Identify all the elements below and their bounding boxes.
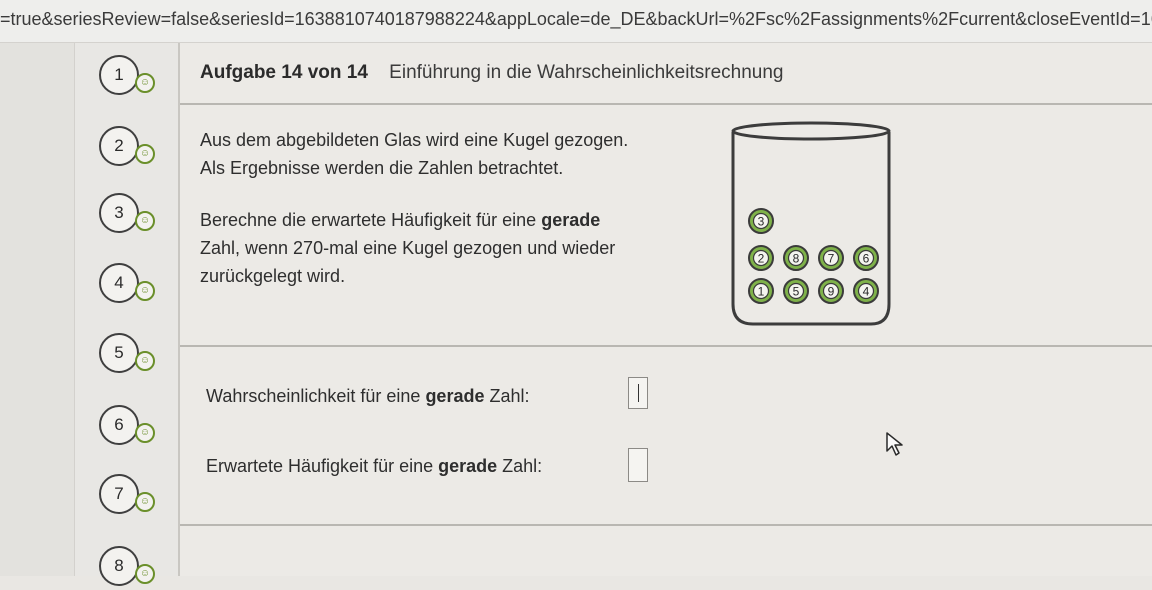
probability-label: Wahrscheinlichkeit für eine gerade Zahl: [206,386,530,407]
intro-line-1: Aus dem abgebildeten Glas wird eine Kuge… [200,130,629,150]
ball-number: 4 [863,285,870,299]
ball-number: 9 [828,285,835,299]
step-4[interactable]: 4 ☺ [99,263,157,307]
text-caret [638,384,639,402]
step-number: 1 [99,55,139,95]
ball-3: 3 [748,208,774,234]
smiley-icon: ☺ [135,351,155,371]
intro-line-2: Als Ergebnisse werden die Zahlen betrach… [200,158,564,178]
frequency-label-suffix: Zahl: [497,456,543,476]
glass-rim [731,121,891,141]
emphasis-even: gerade [425,386,485,406]
header-divider [180,103,1152,105]
ball-number: 5 [793,285,800,299]
step-6[interactable]: 6 ☺ [99,405,157,449]
question-line-2: Zahl, wenn 270-mal eine Kugel gezogen un… [200,238,616,258]
step-8[interactable]: 8 ☺ [99,546,157,590]
section-divider [180,345,1152,347]
question-text: Berechne die erwartete Häufigkeit für ei… [200,210,542,230]
smiley-icon: ☺ [135,73,155,93]
problem-intro: Aus dem abgebildeten Glas wird eine Kuge… [200,126,628,182]
ball-1: 1 [748,278,774,304]
ball-number: 1 [758,285,765,299]
task-topic: Einführung in die Wahrscheinlichkeitsrec… [389,62,784,83]
glass-illustration: 3 2 8 7 6 1 5 9 4 [731,121,891,326]
task-counter: Aufgabe 14 von 14 [200,62,368,83]
ball-2: 2 [748,245,774,271]
emphasis-even: gerade [438,456,498,476]
frequency-label-text: Erwartete Häufigkeit für eine [206,456,439,476]
step-1[interactable]: 1 ☺ [99,55,157,99]
probability-label-text: Wahrscheinlichkeit für eine [206,386,426,406]
smiley-icon: ☺ [135,144,155,164]
step-number: 3 [99,193,139,233]
ball-number: 3 [758,215,765,229]
ball-number: 7 [828,252,835,266]
ball-9: 9 [818,278,844,304]
step-5[interactable]: 5 ☺ [99,333,157,377]
question-line-3: zurückgelegt wird. [200,266,346,286]
smiley-icon: ☺ [135,281,155,301]
step-number: 2 [99,126,139,166]
frequency-input[interactable] [629,449,647,481]
mouse-pointer-icon [886,432,903,456]
step-7[interactable]: 7 ☺ [99,474,157,518]
ball-number: 6 [863,252,870,266]
task-header: Aufgabe 14 von 14 Einführung in die Wahr… [200,62,783,84]
frequency-label: Erwartete Häufigkeit für eine gerade Zah… [206,456,542,477]
ball-5: 5 [783,278,809,304]
problem-question: Berechne die erwartete Häufigkeit für ei… [200,206,615,290]
ball-8: 8 [783,245,809,271]
ball-6: 6 [853,245,879,271]
ball-number: 2 [758,252,765,266]
smiley-icon: ☺ [135,564,155,584]
question-line-1: Berechne die erwartete Häufigkeit für ei… [200,206,615,234]
step-3[interactable]: 3 ☺ [99,193,157,237]
step-number: 8 [99,546,139,586]
step-number: 5 [99,333,139,373]
emphasis-even: gerade [541,210,601,230]
ball-4: 4 [853,278,879,304]
ball-7: 7 [818,245,844,271]
smiley-icon: ☺ [135,492,155,512]
balls-group: 3 2 8 7 6 1 5 9 4 [748,208,879,304]
ball-number: 8 [793,252,800,266]
step-number: 4 [99,263,139,303]
bottom-divider [180,524,1152,526]
url-text: =true&seriesReview=false&seriesId=163881… [0,9,1152,29]
browser-url-bar[interactable]: =true&seriesReview=false&seriesId=163881… [0,0,1152,43]
frequency-answer-field[interactable] [628,448,648,482]
smiley-icon: ☺ [135,211,155,231]
probability-label-suffix: Zahl: [484,386,530,406]
smiley-icon: ☺ [135,423,155,443]
probability-answer-field[interactable] [628,377,648,409]
task-content [180,43,1152,576]
step-2[interactable]: 2 ☺ [99,126,157,170]
step-number: 7 [99,474,139,514]
step-number: 6 [99,405,139,445]
